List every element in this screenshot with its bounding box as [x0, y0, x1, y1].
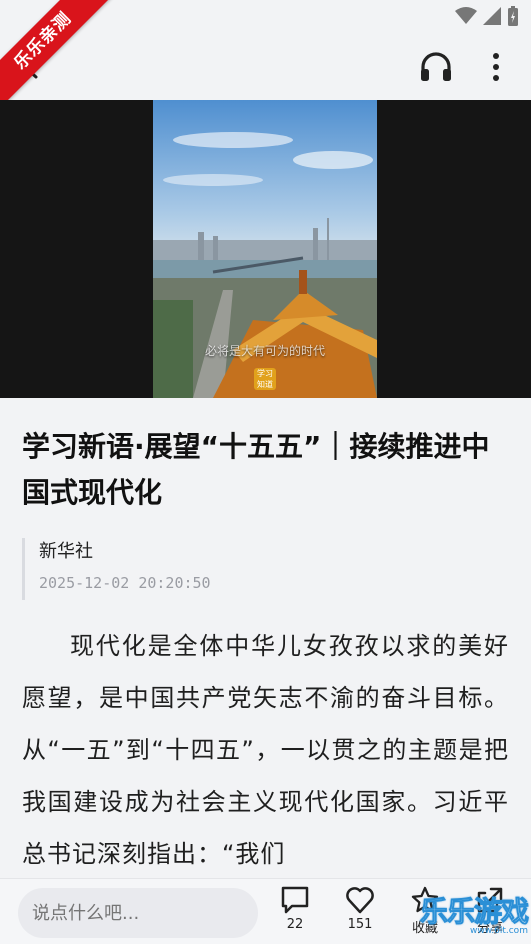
- like-count: 151: [347, 917, 373, 932]
- site-watermark: 乐乐游戏 www.6lt.com: [419, 890, 531, 944]
- site-watermark-url: www.6lt.com: [470, 926, 528, 936]
- signal-icon: [483, 7, 501, 25]
- article-source[interactable]: 新华社: [39, 538, 509, 566]
- article: 学习新语·展望“十五五”｜接续推进中国式现代化 新华社 2025-12-02 2…: [0, 398, 531, 880]
- battery-icon: [508, 6, 518, 26]
- article-timestamp: 2025-12-02 20:20:50: [39, 574, 211, 592]
- comment-icon: [281, 886, 309, 914]
- status-icons: [455, 6, 519, 26]
- article-title: 学习新语·展望“十五五”｜接续推进中国式现代化: [22, 430, 490, 509]
- like-button[interactable]: 151: [336, 885, 384, 941]
- article-body: 现代化是全体中华儿女孜孜以求的美好愿望，是中国共产党矢志不渝的奋斗目标。从“一五…: [22, 632, 509, 868]
- video-caption: 必将是大有可为的时代: [204, 344, 325, 358]
- heart-icon: [346, 887, 374, 914]
- video-player[interactable]: 必将是大有可为的时代 学习 知道: [0, 100, 531, 398]
- site-watermark-text: 乐乐游戏: [419, 895, 529, 929]
- comment-button[interactable]: 22: [271, 885, 319, 941]
- more-vertical-icon[interactable]: [482, 49, 510, 85]
- video-frame[interactable]: 必将是大有可为的时代 学习 知道: [153, 100, 377, 398]
- headphones-icon[interactable]: [418, 49, 454, 85]
- video-logo: 学习 知道: [254, 368, 276, 390]
- comment-count: 22: [286, 917, 304, 932]
- ribbon-text: 乐乐亲测: [0, 0, 116, 114]
- article-meta: 新华社 2025-12-02 20:20:50: [22, 538, 509, 600]
- comment-input[interactable]: [18, 888, 258, 938]
- wifi-icon: [455, 7, 477, 24]
